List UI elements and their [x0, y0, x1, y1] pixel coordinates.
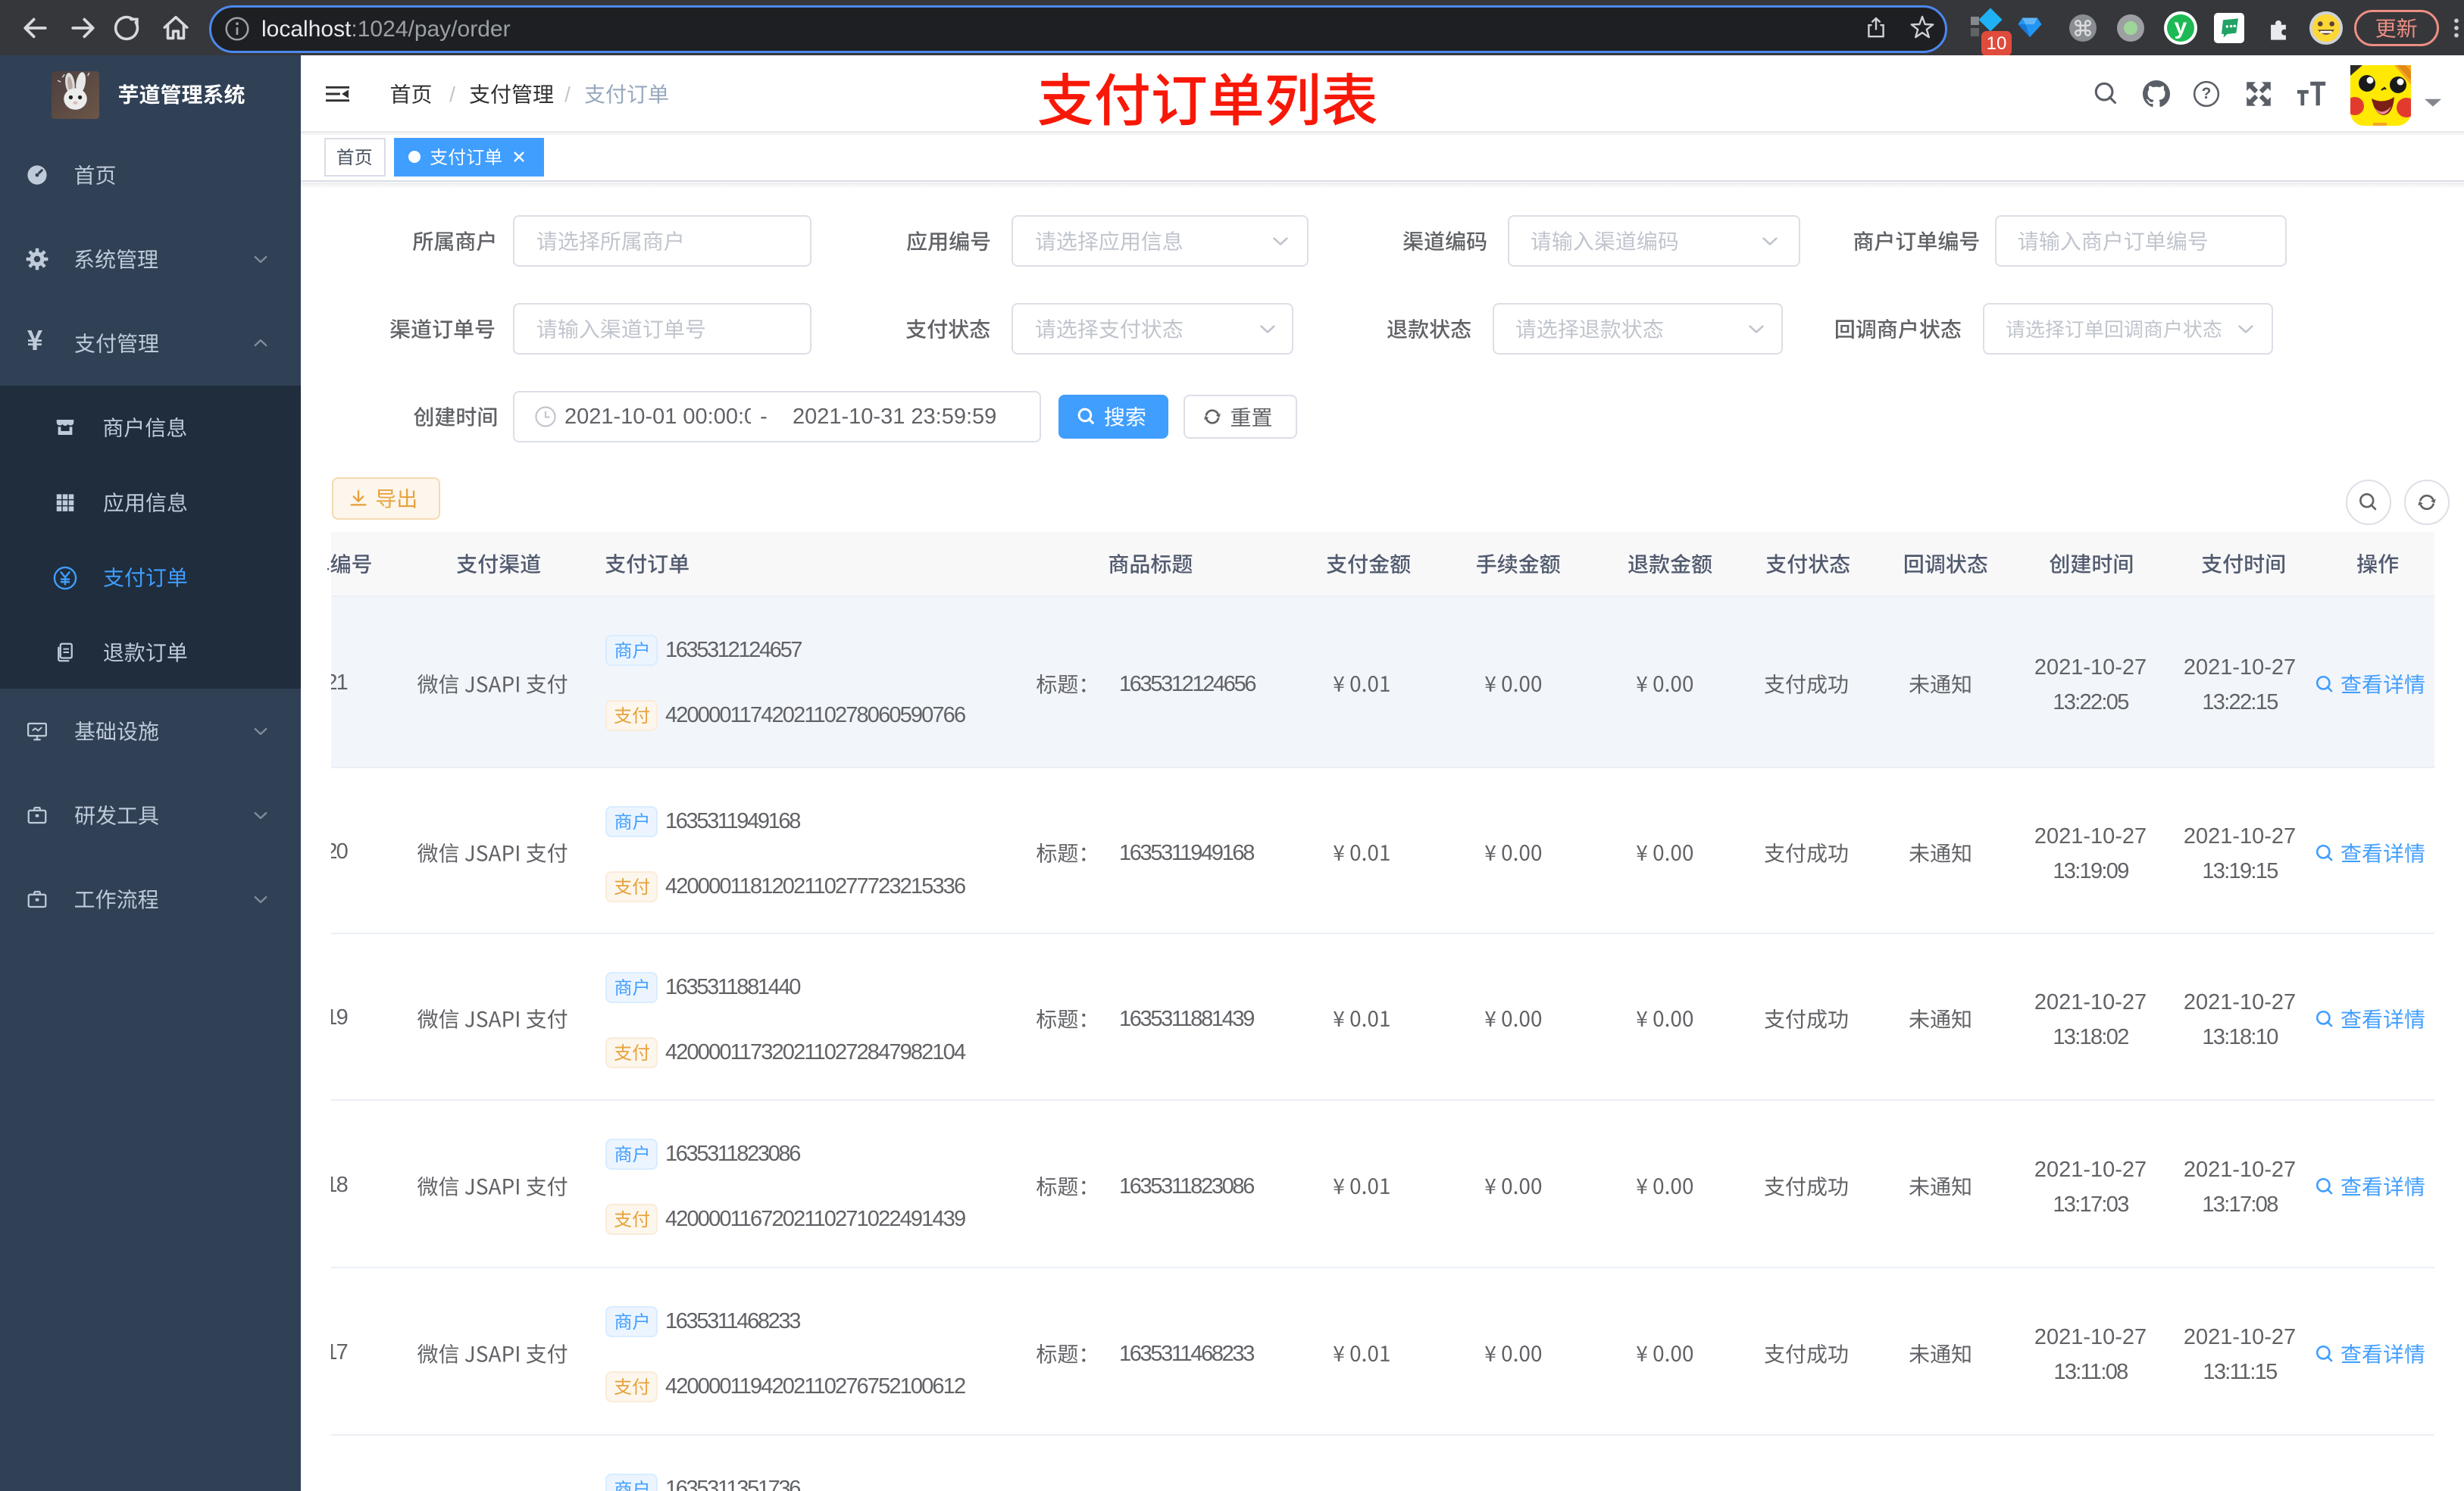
svg-text:?: ?	[2202, 85, 2212, 102]
